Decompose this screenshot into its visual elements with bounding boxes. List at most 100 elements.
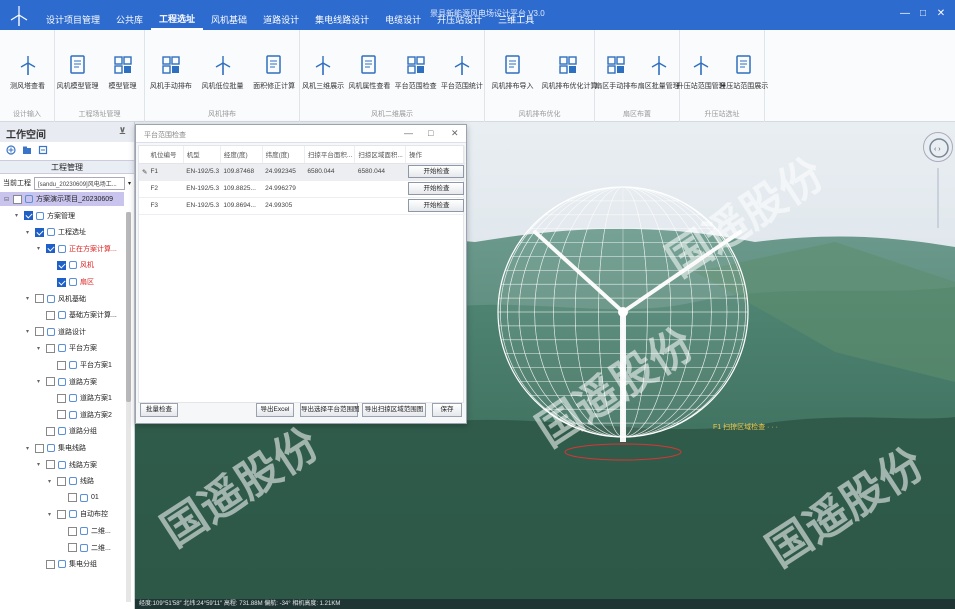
tree-node[interactable]: 扇区 bbox=[48, 275, 94, 289]
expand-toggle-icon[interactable]: ▾ bbox=[26, 229, 32, 236]
tree-node[interactable]: ▾ 道路设计 bbox=[26, 325, 86, 339]
tree-node-checkbox[interactable] bbox=[35, 327, 44, 337]
table-header-cell[interactable]: 操作 bbox=[405, 146, 466, 164]
expand-toggle-icon[interactable]: ▾ bbox=[26, 295, 32, 302]
save-button[interactable]: 保存 bbox=[432, 403, 462, 417]
ribbon-button-3-2[interactable]: 平台范围检查 bbox=[390, 54, 442, 91]
tree-node-checkbox[interactable] bbox=[24, 211, 33, 221]
tree-node-checkbox[interactable] bbox=[46, 460, 55, 470]
add-icon[interactable] bbox=[6, 145, 16, 155]
tree-node[interactable]: 二维... bbox=[59, 524, 111, 538]
current-project-select[interactable]: [sandu_20230609]风电场工... bbox=[34, 176, 125, 190]
tree-node-checkbox[interactable] bbox=[57, 277, 66, 287]
tree-node-checkbox[interactable] bbox=[35, 294, 44, 304]
expand-toggle-icon[interactable]: ▾ bbox=[48, 478, 54, 485]
tree-node[interactable]: 二维... bbox=[59, 541, 111, 555]
start-check-button[interactable]: 开始检查 bbox=[408, 199, 465, 212]
ribbon-button-3-1[interactable]: 风机属性查看 bbox=[343, 54, 395, 91]
menu-item-0[interactable]: 设计项目管理 bbox=[38, 8, 108, 30]
tree-node-checkbox[interactable] bbox=[46, 559, 55, 569]
pin-icon[interactable]: ⊻ bbox=[119, 126, 126, 137]
tree-node[interactable]: ▾ 正在方案计算... bbox=[37, 242, 117, 256]
table-header-cell[interactable]: 纬度(度) bbox=[262, 146, 305, 164]
tree-node[interactable]: ▾ 方案管理 bbox=[15, 209, 75, 223]
table-header-cell[interactable]: 经度(度) bbox=[220, 146, 263, 164]
tree-node-checkbox[interactable] bbox=[46, 426, 55, 436]
ribbon-button-4-0[interactable]: 风机排布导入 bbox=[487, 54, 539, 91]
expand-toggle-icon[interactable]: ▾ bbox=[15, 212, 21, 219]
tree-node-checkbox[interactable] bbox=[13, 194, 22, 204]
tree-node-checkbox[interactable] bbox=[46, 377, 55, 387]
tree-node-checkbox[interactable] bbox=[57, 476, 66, 486]
folder-icon[interactable] bbox=[22, 145, 32, 155]
tree-node[interactable]: ▾ 自动布控 bbox=[48, 507, 108, 521]
tree-node-checkbox[interactable] bbox=[68, 543, 77, 553]
tree-node-checkbox[interactable] bbox=[68, 493, 77, 503]
tree-node[interactable]: 集电分组 bbox=[37, 557, 97, 571]
start-check-button[interactable]: 开始检查 bbox=[408, 182, 465, 195]
export-excel-button[interactable]: 导出Excel bbox=[256, 403, 294, 417]
expand-toggle-icon[interactable]: ▾ bbox=[26, 445, 32, 452]
tree-node-checkbox[interactable] bbox=[57, 509, 66, 519]
tree-node-checkbox[interactable] bbox=[68, 526, 77, 536]
expand-toggle-icon[interactable]: ▾ bbox=[37, 461, 43, 468]
tree-node[interactable]: ▾ 集电线路 bbox=[26, 441, 86, 455]
tree-node[interactable]: 01 bbox=[59, 491, 99, 505]
ribbon-button-6-1[interactable]: 升压站范围展示 bbox=[718, 54, 770, 91]
zoom-slider[interactable] bbox=[937, 168, 939, 228]
export-platform-range-button[interactable]: 导出选择平台范围图 bbox=[300, 403, 360, 417]
tree-node-checkbox[interactable] bbox=[57, 260, 66, 270]
tree-node-checkbox[interactable] bbox=[46, 310, 55, 320]
expand-toggle-icon[interactable]: ▾ bbox=[37, 245, 43, 252]
tree-node-checkbox[interactable] bbox=[46, 343, 55, 353]
tree-node[interactable]: ▾ 道路方案 bbox=[37, 375, 97, 389]
ribbon-button-4-1[interactable]: 风机排布优化计算 bbox=[542, 54, 598, 91]
tree-scrollbar[interactable] bbox=[126, 212, 131, 602]
ribbon-button-3-0[interactable]: 风机三维展示 bbox=[297, 54, 349, 91]
chevron-down-icon[interactable]: ▾ bbox=[128, 180, 131, 187]
ribbon-button-0-0[interactable]: 测风塔查看 bbox=[2, 54, 54, 91]
tree-node-checkbox[interactable] bbox=[57, 360, 66, 370]
dialog-maximize-button[interactable]: □ bbox=[428, 128, 433, 138]
tree-node[interactable]: ▾ 线路 bbox=[48, 474, 94, 488]
menu-item-6[interactable]: 电缆设计 bbox=[377, 8, 429, 30]
table-row[interactable]: F2 EN-192/5.3 109.8825... 24.996279 开始检查 bbox=[139, 180, 465, 198]
expand-toggle-icon[interactable]: ▾ bbox=[48, 511, 54, 518]
menu-item-4[interactable]: 道路设计 bbox=[255, 8, 307, 30]
tree-node[interactable]: ▾ 线路方案 bbox=[37, 458, 97, 472]
tree-node-checkbox[interactable] bbox=[35, 443, 44, 453]
tree-node[interactable]: 道路方案1 bbox=[48, 391, 112, 405]
expand-toggle-icon[interactable]: ▾ bbox=[37, 345, 43, 352]
tree-node-checkbox[interactable] bbox=[35, 227, 44, 237]
tree-node[interactable]: ▾ 工程选址 bbox=[26, 225, 86, 239]
tree-node[interactable]: ▾ 风机基础 bbox=[26, 292, 86, 306]
tree-node[interactable]: ▾ 平台方案 bbox=[37, 341, 97, 355]
tree-node[interactable]: 道路方案2 bbox=[48, 408, 112, 422]
settings-icon[interactable] bbox=[38, 145, 48, 155]
dialog-minimize-button[interactable]: — bbox=[404, 128, 413, 138]
ribbon-button-2-1[interactable]: 风机低位批量 bbox=[197, 54, 249, 91]
expand-toggle-icon[interactable]: ▾ bbox=[37, 378, 43, 385]
tree-node[interactable]: 道路分组 bbox=[37, 424, 97, 438]
menu-item-1[interactable]: 公共库 bbox=[108, 8, 151, 30]
expand-toggle-icon[interactable]: ⊟ bbox=[4, 196, 10, 203]
tree-node-checkbox[interactable] bbox=[57, 410, 66, 420]
table-header-cell[interactable]: 扫掠平台面积... bbox=[304, 146, 356, 164]
close-window-button[interactable]: ✕ bbox=[934, 7, 948, 21]
minimize-button[interactable]: — bbox=[898, 7, 912, 21]
ribbon-button-2-2[interactable]: 面积修正计算 bbox=[248, 54, 300, 91]
start-check-button[interactable]: 开始检查 bbox=[408, 165, 465, 178]
ribbon-button-3-3[interactable]: 平台范围统计 bbox=[436, 54, 488, 91]
tree-node[interactable]: 基础方案计算... bbox=[37, 308, 117, 322]
export-sweep-range-button[interactable]: 导出扫掠区域范围图 bbox=[362, 403, 426, 417]
tree-node[interactable]: 平台方案1 bbox=[48, 358, 112, 372]
table-header-cell[interactable]: 机位编号 bbox=[147, 146, 184, 164]
menu-item-2[interactable]: 工程选址 bbox=[151, 8, 204, 30]
dialog-close-button[interactable]: ✕ bbox=[451, 128, 459, 139]
expand-toggle-icon[interactable]: ▾ bbox=[26, 328, 32, 335]
table-header-cell[interactable]: 扫掠区域面积... bbox=[354, 146, 406, 164]
tree-node-checkbox[interactable] bbox=[57, 393, 66, 403]
tree-node-checkbox[interactable] bbox=[46, 244, 55, 254]
ribbon-button-2-0[interactable]: 风机手动排布 bbox=[145, 54, 197, 91]
table-row[interactable]: F3 EN-192/5.3 109.8694... 24.99305 开始检查 bbox=[139, 197, 465, 215]
